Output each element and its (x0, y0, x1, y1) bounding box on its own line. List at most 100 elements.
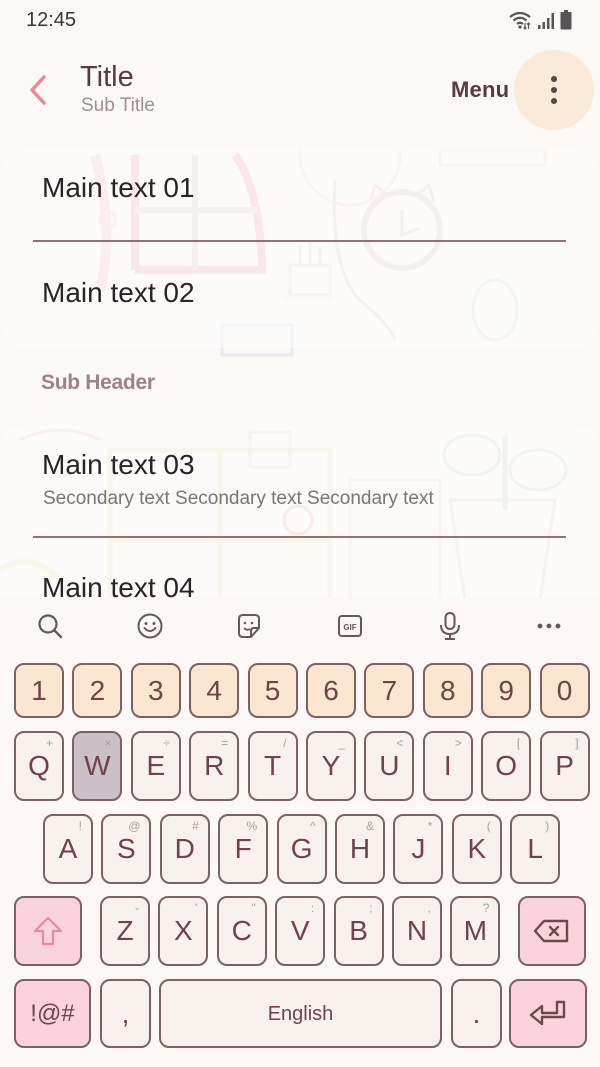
key-l[interactable]: ) L (510, 814, 561, 884)
key-label: X (174, 915, 193, 946)
gif-icon: GIF (338, 615, 362, 637)
key-label: 1 (31, 674, 47, 706)
key-hint: - (135, 901, 139, 915)
key-p[interactable]: ] P (539, 731, 590, 801)
key-label: 3 (148, 674, 164, 706)
key-hint: ? (482, 901, 490, 915)
period-key[interactable]: . (451, 979, 502, 1048)
list-item[interactable]: Main text 04 (0, 538, 600, 600)
key-hint: _ (338, 736, 345, 750)
list-item[interactable]: Main text 02 (0, 242, 600, 348)
key-hint: " (251, 901, 256, 915)
comma-key-label: , (121, 997, 130, 1029)
enter-icon (529, 1000, 566, 1025)
key-x[interactable]: ' X (158, 896, 209, 966)
key-y[interactable]: _ Y (306, 731, 356, 801)
key-d[interactable]: # D (159, 814, 210, 884)
keyboard-sticker-button[interactable] (232, 610, 266, 642)
key-i[interactable]: > I (422, 731, 473, 801)
key-hint: * (427, 819, 433, 833)
key-q[interactable]: + Q (14, 731, 64, 801)
key-f[interactable]: % F (218, 814, 269, 884)
key-t[interactable]: / T (247, 731, 298, 801)
list-item[interactable]: Main text 03 Secondary text Secondary te… (0, 425, 600, 537)
key-b[interactable]: ; B (333, 896, 384, 966)
more-vertical-icon (551, 76, 557, 82)
backspace-key[interactable] (518, 896, 586, 966)
number-key-5[interactable]: 5 (247, 663, 298, 718)
list-item[interactable]: Main text 01 (0, 150, 600, 242)
key-label: N (406, 915, 428, 946)
key-z[interactable]: -Z (100, 896, 150, 966)
key-m[interactable]: ? M (450, 896, 501, 966)
key-label: K (467, 833, 487, 864)
period-key-label: . (472, 997, 481, 1029)
key-hint: ; (369, 901, 373, 915)
key-w[interactable]: × W (72, 731, 123, 801)
menu-button[interactable]: Menu (451, 77, 509, 103)
number-key-8[interactable]: 8 (422, 663, 473, 718)
key-u[interactable]: < U (364, 731, 415, 801)
shift-key[interactable] (14, 896, 82, 966)
number-key-4[interactable]: 4 (189, 663, 240, 718)
space-key[interactable]: English (159, 979, 442, 1048)
more-options-button[interactable] (514, 50, 594, 130)
key-label: M (463, 915, 488, 946)
keyboard-emoji-button[interactable] (133, 610, 167, 642)
key-r[interactable]: = R (189, 731, 240, 801)
number-key-6[interactable]: 6 (306, 663, 356, 718)
key-label: D (174, 833, 195, 864)
comma-key[interactable]: , (100, 979, 151, 1048)
key-o[interactable]: [O (481, 731, 532, 801)
number-key-3[interactable]: 3 (130, 663, 181, 718)
sticker-icon (238, 614, 260, 638)
keyboard-search-button[interactable] (33, 610, 67, 642)
key-h[interactable]: & H (335, 814, 385, 884)
keyboard-toolbar: GIF (0, 598, 600, 654)
key-c[interactable]: " C (216, 896, 267, 966)
key-label: U (379, 750, 400, 781)
microphone-icon (440, 612, 460, 640)
number-key-1[interactable]: 1 (14, 663, 64, 718)
number-key-0[interactable]: 0 (539, 663, 590, 718)
enter-key[interactable] (509, 979, 587, 1048)
symbols-key[interactable]: !@# (14, 979, 91, 1048)
keyboard-voice-button[interactable] (433, 610, 467, 642)
list-item-main-text: Main text 02 (42, 277, 195, 308)
chevron-left-icon (30, 75, 46, 105)
status-bar: 12:45 (0, 0, 600, 42)
list-item-main-text: Main text 01 (42, 172, 195, 203)
page-title: Title (80, 61, 134, 93)
keyboard-gif-button[interactable]: GIF (333, 610, 367, 642)
more-horizontal-icon (537, 623, 561, 629)
key-hint: , (427, 901, 431, 915)
number-key-7[interactable]: 7 (364, 663, 415, 718)
key-v[interactable]: :V (275, 896, 326, 966)
sub-header: Sub Header (41, 371, 155, 394)
key-label: V (290, 915, 310, 946)
key-n[interactable]: ,N (392, 896, 442, 966)
key-label: J (411, 833, 426, 864)
key-label: C (231, 915, 252, 946)
svg-text:GIF: GIF (343, 623, 356, 632)
key-hint: # (192, 819, 199, 833)
key-hint: ( (486, 819, 491, 833)
key-hint: ] (575, 736, 579, 750)
key-k[interactable]: (K (451, 814, 502, 884)
back-button[interactable] (22, 70, 54, 110)
key-label: I (443, 750, 452, 781)
keyboard-more-button[interactable] (532, 610, 566, 642)
key-s[interactable]: @ S (101, 814, 152, 884)
keyboard: GIF 1234567890 + Q × W ÷ E = R / T _ Y < U > I[O] P ! A @ S… (0, 598, 600, 1067)
number-key-9[interactable]: 9 (481, 663, 532, 718)
number-key-2[interactable]: 2 (72, 663, 123, 718)
key-e[interactable]: ÷ E (130, 731, 181, 801)
key-label: 8 (440, 674, 456, 706)
key-label: 0 (556, 674, 573, 706)
page-subtitle: Sub Title (81, 95, 155, 116)
key-a[interactable]: ! A (43, 814, 93, 884)
key-label: S (117, 833, 136, 864)
key-j[interactable]: * J (393, 814, 444, 884)
key-label: F (234, 833, 252, 864)
key-g[interactable]: ^ G (276, 814, 327, 884)
